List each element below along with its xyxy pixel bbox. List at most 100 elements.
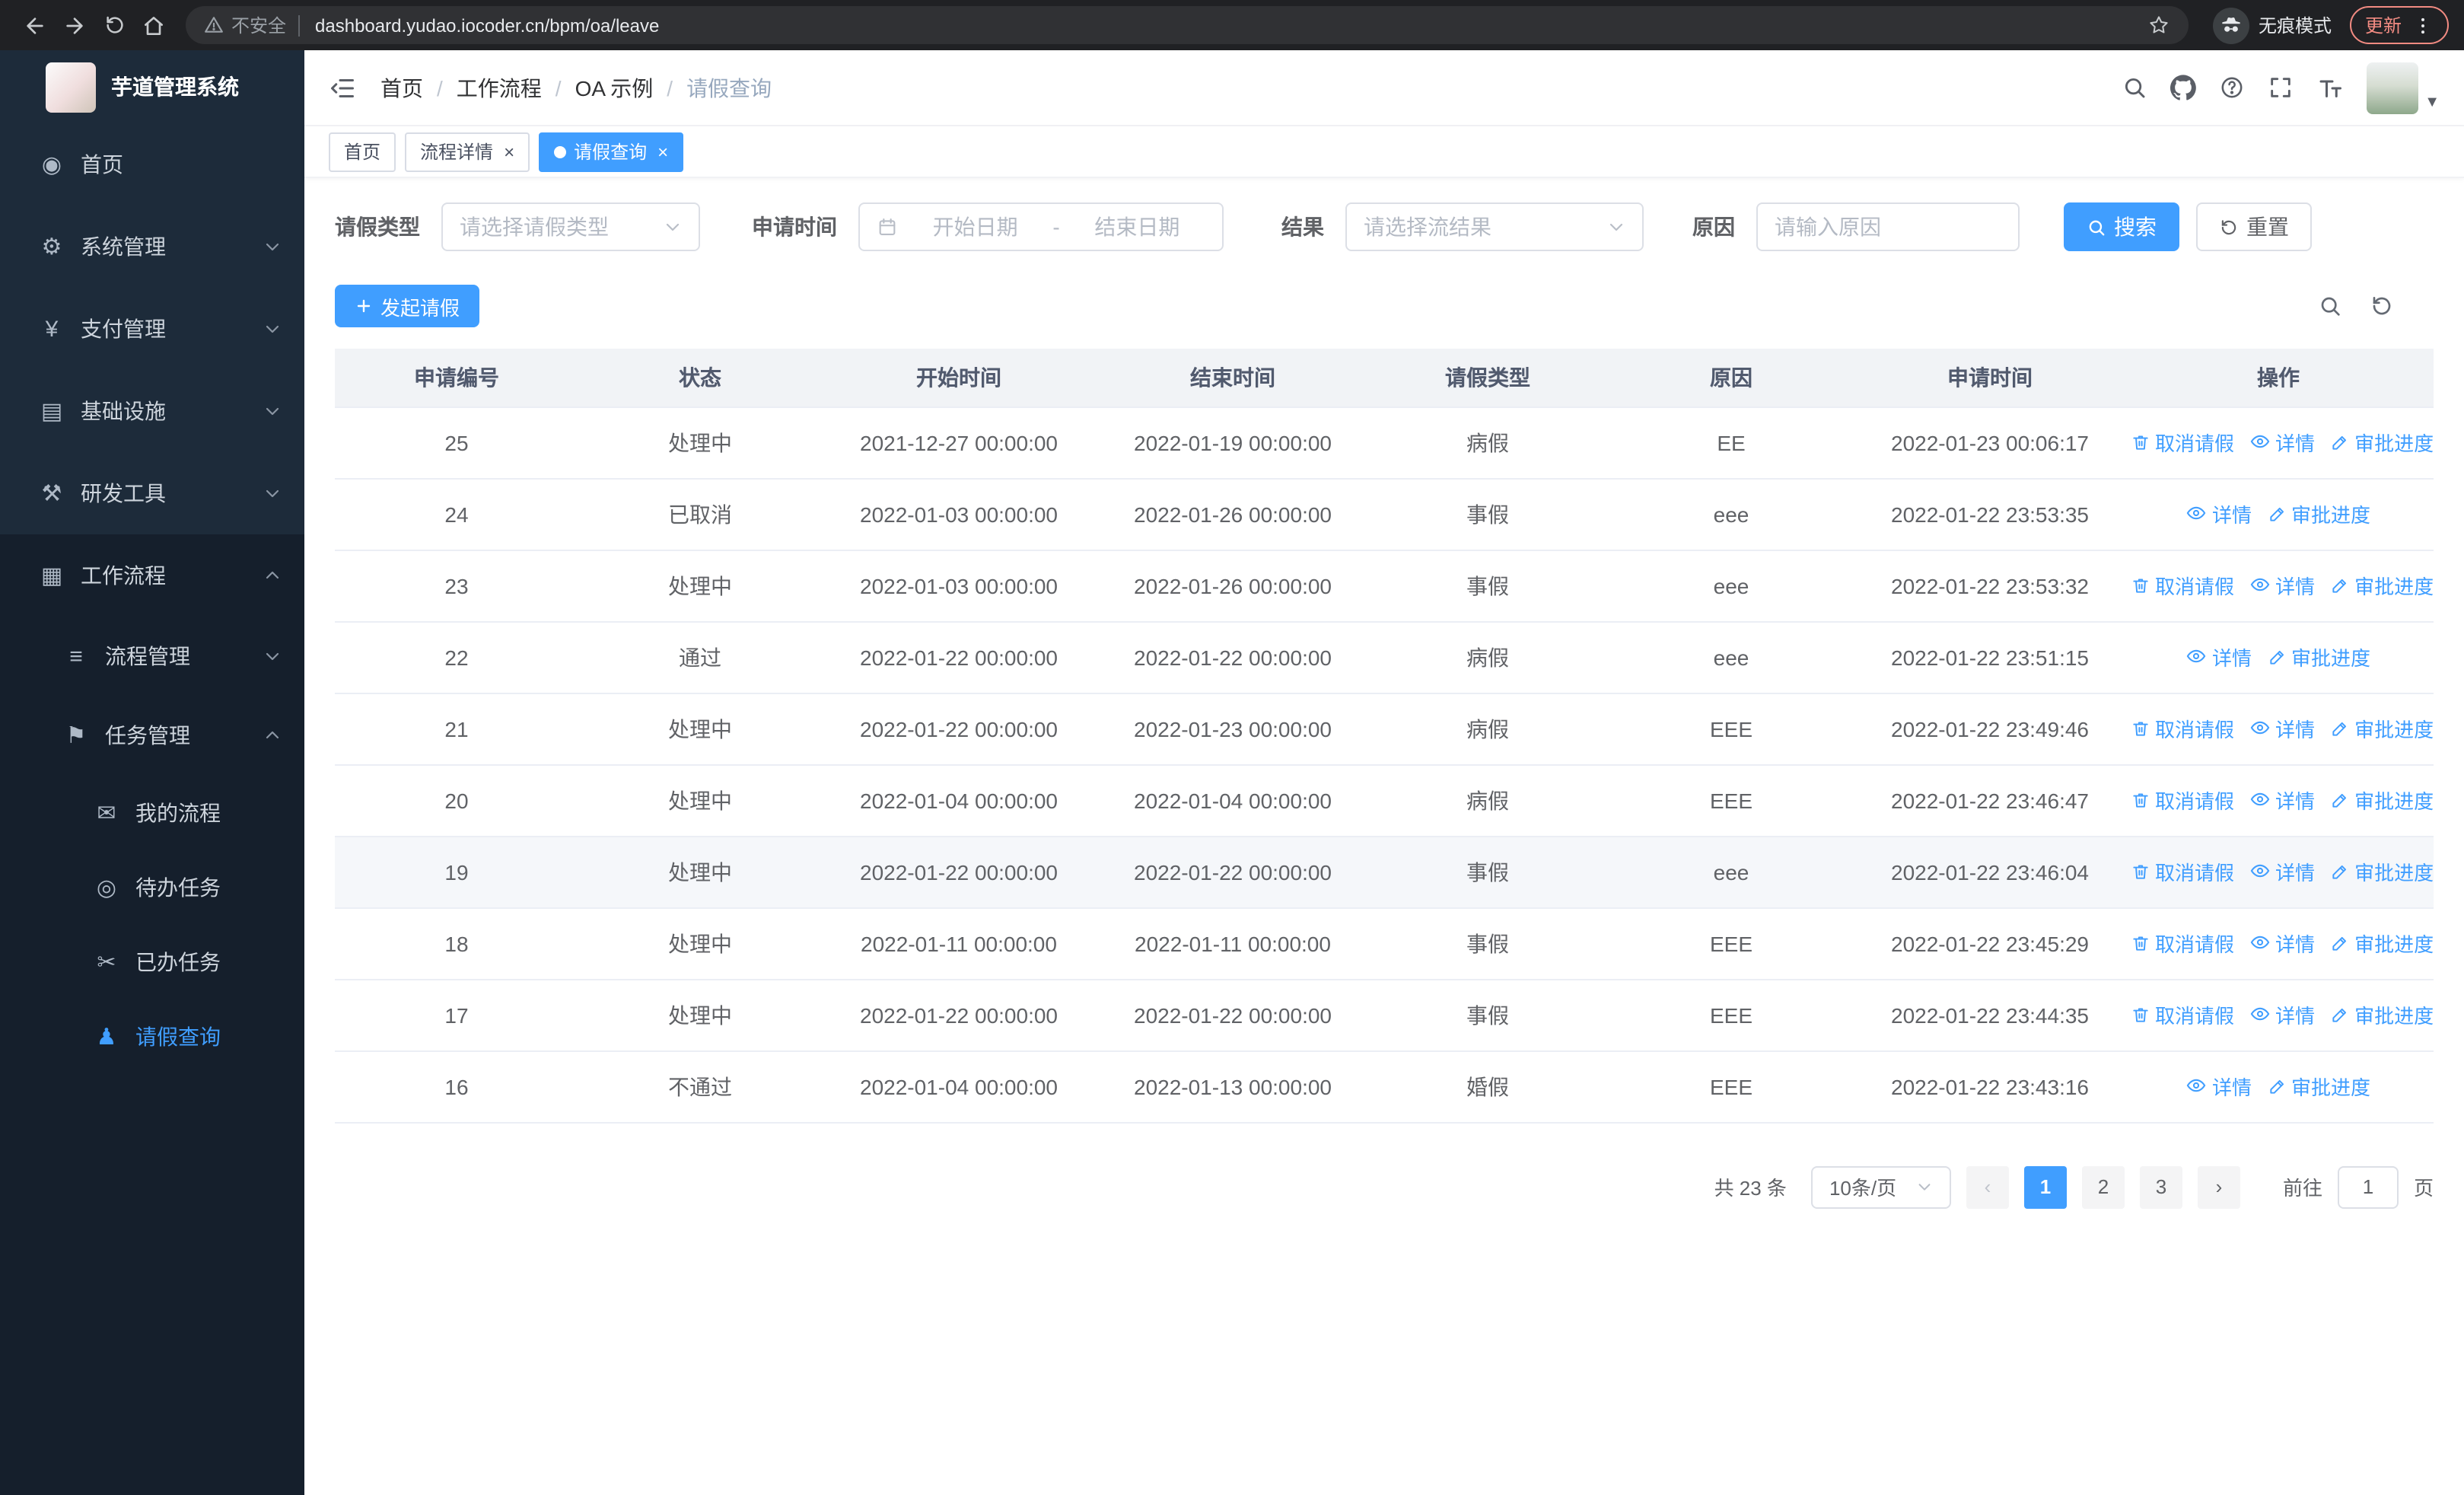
search-icon[interactable] <box>2122 75 2147 100</box>
leave-type-select[interactable]: 请选择请假类型 <box>441 202 700 251</box>
progress-link[interactable]: 审批进度 <box>2330 786 2434 815</box>
sidebar-item-11[interactable]: ♟ 请假查询 <box>0 999 304 1073</box>
security-warning-icon[interactable] <box>204 15 224 35</box>
breadcrumb-item-workflow[interactable]: 工作流程 <box>457 72 542 103</box>
progress-link[interactable]: 审批进度 <box>2267 1073 2370 1101</box>
cancel-leave-link[interactable]: 取消请假 <box>2131 429 2234 457</box>
progress-link[interactable]: 审批进度 <box>2330 429 2434 457</box>
browser-home-icon[interactable] <box>134 5 173 45</box>
progress-link[interactable]: 审批进度 <box>2267 643 2370 672</box>
browser-reload-icon[interactable] <box>94 5 134 45</box>
detail-link[interactable]: 详情 <box>2186 499 2252 528</box>
table-toolbar: 发起请假 <box>335 285 2434 327</box>
column-header-6: 申请时间 <box>1857 349 2123 407</box>
leave-table: 申请编号 状态 开始时间 结束时间 请假类型 原因 申请时间 操作 25 处理中 2021-12-… <box>335 349 2434 1123</box>
next-page-button[interactable]: › <box>2197 1165 2240 1208</box>
sidebar-item-6[interactable]: ≡ 流程管理 <box>0 617 304 696</box>
prev-page-button[interactable]: ‹ <box>1966 1165 2009 1208</box>
detail-link[interactable]: 详情 <box>2249 571 2315 600</box>
cell-id: 24 <box>335 478 578 550</box>
detail-link[interactable]: 详情 <box>2186 642 2252 671</box>
close-tab-icon[interactable]: × <box>504 142 514 161</box>
browser-back-icon[interactable] <box>15 5 55 45</box>
cancel-leave-link[interactable]: 取消请假 <box>2131 858 2234 887</box>
cell-end: 2022-01-22 00:00:00 <box>1096 836 1370 908</box>
cell-type: 婚假 <box>1370 1050 1606 1123</box>
sidebar-item-9[interactable]: ◎ 待办任务 <box>0 850 304 924</box>
tab-1[interactable]: 流程详情 × <box>405 132 530 171</box>
sidebar-item-4[interactable]: ⚒ 研发工具 <box>0 452 304 534</box>
app-logo[interactable]: 芋道管理系统 <box>0 50 304 123</box>
detail-link[interactable]: 详情 <box>2249 786 2315 814</box>
detail-link[interactable]: 详情 <box>2249 714 2315 743</box>
chevron-left-icon: ‹ <box>1984 1175 1991 1198</box>
cancel-leave-link[interactable]: 取消请假 <box>2131 929 2234 958</box>
tab-2[interactable]: 请假查询 × <box>539 132 684 171</box>
sidebar-item-3[interactable]: ▤ 基础设施 <box>0 370 304 452</box>
sidebar-item-5[interactable]: ▦ 工作流程 <box>0 534 304 617</box>
detail-link[interactable]: 详情 <box>2249 428 2315 457</box>
progress-link[interactable]: 审批进度 <box>2330 929 2434 958</box>
refresh-table-icon[interactable] <box>2370 294 2394 318</box>
end-date-input[interactable] <box>1068 215 1206 239</box>
reason-input[interactable] <box>1756 202 2020 251</box>
address-divider <box>298 14 301 36</box>
browser-update-chip[interactable]: 更新 <box>2349 6 2449 44</box>
progress-link[interactable]: 审批进度 <box>2330 858 2434 887</box>
cell-id: 20 <box>335 764 578 837</box>
page-button-2[interactable]: 2 <box>2081 1165 2125 1208</box>
task-icon: ⚑ <box>65 723 87 749</box>
progress-link[interactable]: 审批进度 <box>2330 1001 2434 1030</box>
close-tab-icon[interactable]: × <box>657 142 668 161</box>
page-button-3[interactable]: 3 <box>2139 1165 2182 1208</box>
result-select[interactable]: 请选择流结果 <box>1345 202 1644 251</box>
browser-chrome: 不安全 dashboard.yudao.iocoder.cn/bpm/oa/le… <box>0 0 2464 50</box>
page-size-select[interactable]: 10条/页 <box>1810 1165 1951 1208</box>
progress-link[interactable]: 审批进度 <box>2267 500 2370 529</box>
fullscreen-icon[interactable] <box>2268 75 2294 100</box>
sidebar-item-7[interactable]: ⚑ 任务管理 <box>0 696 304 775</box>
font-size-icon[interactable] <box>2316 74 2344 101</box>
collapse-menu-icon[interactable] <box>329 74 356 101</box>
user-menu[interactable]: ▼ <box>2367 62 2440 113</box>
apply-time-range[interactable]: - <box>858 202 1224 251</box>
sidebar-item-8[interactable]: ✉ 我的流程 <box>0 775 304 850</box>
search-button[interactable]: 搜索 <box>2064 202 2179 251</box>
cancel-leave-link[interactable]: 取消请假 <box>2131 572 2234 601</box>
browser-forward-icon[interactable] <box>55 5 94 45</box>
sidebar-item-10[interactable]: ✂ 已办任务 <box>0 924 304 999</box>
address-bar[interactable]: 不安全 dashboard.yudao.iocoder.cn/bpm/oa/le… <box>186 6 2189 44</box>
page-button-1[interactable]: 1 <box>2023 1165 2067 1208</box>
help-icon[interactable] <box>2219 75 2245 100</box>
cancel-leave-link[interactable]: 取消请假 <box>2131 1001 2234 1030</box>
breadcrumb-item-home[interactable]: 首页 <box>380 72 423 103</box>
github-icon[interactable] <box>2170 75 2196 100</box>
goto-page-input[interactable] <box>2337 1165 2399 1208</box>
menu-dots-icon[interactable] <box>2412 14 2434 36</box>
filter-bar: 请假类型 请选择请假类型 申请时间 - <box>335 202 2434 251</box>
sidebar-item-2[interactable]: ¥ 支付管理 <box>0 288 304 370</box>
bookmark-star-icon[interactable] <box>2147 14 2170 37</box>
devtools-icon: ⚒ <box>41 481 62 507</box>
reset-button[interactable]: 重置 <box>2196 202 2312 251</box>
start-date-input[interactable] <box>907 215 1044 239</box>
sidebar-item-1[interactable]: ⚙ 系统管理 <box>0 206 304 288</box>
sidebar-item-0[interactable]: ◉ 首页 <box>0 123 304 206</box>
breadcrumb-item-oa[interactable]: OA 示例 <box>575 72 654 103</box>
logo-image <box>46 62 96 112</box>
tab-0[interactable]: 首页 <box>329 132 396 171</box>
detail-link[interactable]: 详情 <box>2186 1072 2252 1101</box>
table-row-18: 18 处理中 2022-01-11 00:00:00 2022-01-11 00:00… <box>335 907 2434 980</box>
detail-link[interactable]: 详情 <box>2249 857 2315 886</box>
cell-actions: 取消请假 详情 审批进度 <box>2123 550 2434 622</box>
cell-start: 2022-01-22 00:00:00 <box>822 693 1096 765</box>
cancel-leave-link[interactable]: 取消请假 <box>2131 786 2234 815</box>
toggle-search-icon[interactable] <box>2318 294 2342 318</box>
cell-id: 16 <box>335 1050 578 1123</box>
create-leave-button[interactable]: 发起请假 <box>335 285 480 327</box>
progress-link[interactable]: 审批进度 <box>2330 715 2434 744</box>
cancel-leave-link[interactable]: 取消请假 <box>2131 715 2234 744</box>
detail-link[interactable]: 详情 <box>2249 929 2315 958</box>
progress-link[interactable]: 审批进度 <box>2330 572 2434 601</box>
detail-link[interactable]: 详情 <box>2249 1000 2315 1029</box>
